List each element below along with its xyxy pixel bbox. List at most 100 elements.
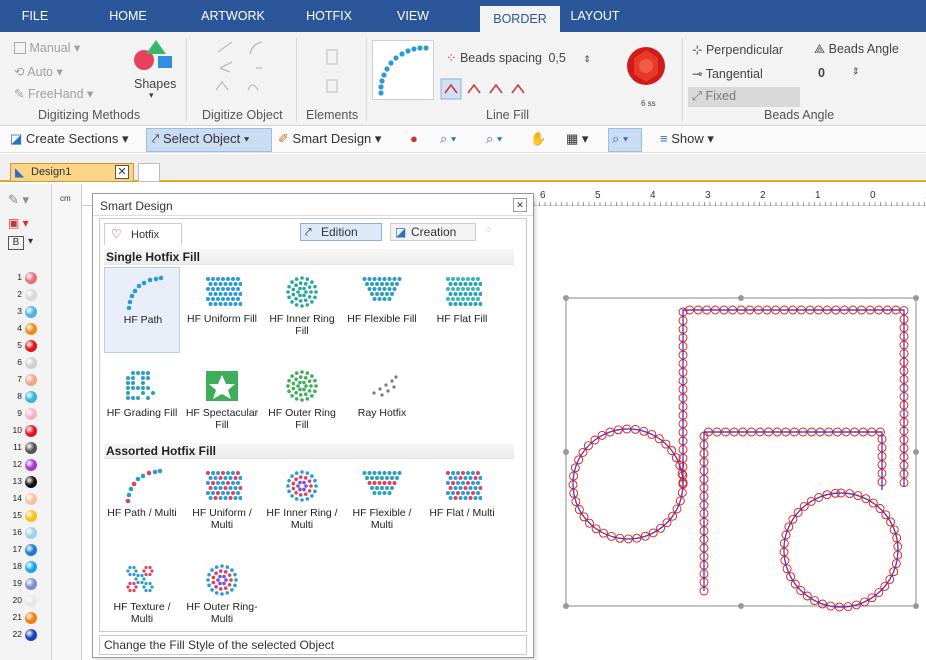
elements-icons[interactable] bbox=[324, 48, 342, 104]
swatch-row[interactable]: 2 bbox=[0, 287, 52, 303]
hotfix-fill-item[interactable]: HF Path bbox=[104, 267, 180, 353]
smart-design-button[interactable]: ✐ Smart Design ▾ bbox=[278, 131, 381, 147]
swatch-row[interactable]: 22 bbox=[0, 627, 52, 643]
zoom-tool-icon[interactable]: ● bbox=[410, 131, 418, 146]
selection-handle[interactable] bbox=[738, 295, 744, 301]
swatch-row[interactable]: 6 bbox=[0, 355, 52, 371]
hotfix-fill-item[interactable]: HF Flexible / Multi bbox=[344, 461, 420, 547]
selection-handle[interactable] bbox=[913, 603, 919, 609]
tab-home[interactable]: HOME bbox=[98, 0, 158, 32]
bead-swatch-icon[interactable] bbox=[25, 391, 37, 403]
tab-artwork[interactable]: ARTWORK bbox=[192, 0, 274, 32]
bead-swatch-icon[interactable] bbox=[25, 425, 37, 437]
bead-swatch-icon[interactable] bbox=[25, 544, 37, 556]
swatch-row[interactable]: 18 bbox=[0, 559, 52, 575]
filter-icon[interactable]: ⁘ bbox=[484, 225, 492, 236]
design-canvas[interactable] bbox=[534, 206, 926, 660]
tab-design1[interactable]: ◣ Design1 ✕ bbox=[10, 163, 134, 182]
tab-border[interactable]: BORDER bbox=[480, 6, 560, 32]
bead-path-outer-stem[interactable] bbox=[683, 310, 904, 487]
swatch-row[interactable]: 4 bbox=[0, 321, 52, 337]
hotfix-fill-item[interactable]: Ray Hotfix bbox=[344, 361, 420, 447]
selection-handle[interactable] bbox=[563, 295, 569, 301]
swatch-row[interactable]: 10 bbox=[0, 423, 52, 439]
hotfix-fill-item[interactable]: HF Texture / Multi bbox=[104, 555, 180, 641]
selection-handle[interactable] bbox=[738, 603, 744, 609]
shapes-dropdown-icon[interactable]: ▾ bbox=[149, 90, 154, 101]
hotfix-fill-item[interactable]: HF Flat / Multi bbox=[424, 461, 500, 547]
beads-spacing-value[interactable]: 0,5 bbox=[548, 51, 565, 65]
bead-swatch-icon[interactable] bbox=[25, 578, 37, 590]
bead-swatch-icon[interactable] bbox=[25, 527, 37, 539]
swatch-row[interactable]: 3 bbox=[0, 304, 52, 320]
bead-swatch-icon[interactable] bbox=[25, 374, 37, 386]
bead-swatch-icon[interactable] bbox=[25, 323, 37, 335]
bead-swatch-icon[interactable] bbox=[25, 493, 37, 505]
swatch-row[interactable]: 1 bbox=[0, 270, 52, 286]
bead-swatch-icon[interactable] bbox=[25, 595, 37, 607]
hotfix-fill-item[interactable]: HF Uniform / Multi bbox=[184, 461, 260, 547]
select-object-button[interactable]: ⤤ Select Object ▾ bbox=[152, 131, 249, 147]
view-mode-icon[interactable]: ⌕ ▾ bbox=[612, 131, 628, 147]
hotfix-fill-item[interactable]: HF Inner Ring / Multi bbox=[264, 461, 340, 547]
bold-b-icon[interactable]: B bbox=[8, 236, 24, 250]
tangential-option[interactable]: ⊸ Tangential bbox=[692, 66, 763, 81]
swatch-row[interactable]: 11 bbox=[0, 440, 52, 456]
bead-color-icon[interactable] bbox=[624, 44, 668, 90]
bead-swatch-icon[interactable] bbox=[25, 272, 37, 284]
tab-hotfix-panel[interactable]: ♡ Hotfix bbox=[104, 223, 182, 245]
perpendicular-option[interactable]: ⊹ Perpendicular bbox=[692, 42, 783, 57]
selection-box[interactable] bbox=[566, 298, 916, 606]
creation-button[interactable]: ◪ Creation bbox=[390, 223, 476, 241]
bead-swatch-icon[interactable] bbox=[25, 442, 37, 454]
swatch-row[interactable]: 12 bbox=[0, 457, 52, 473]
swatch-row[interactable]: 17 bbox=[0, 542, 52, 558]
swatch-row[interactable]: 9 bbox=[0, 406, 52, 422]
tab-view[interactable]: VIEW bbox=[388, 0, 438, 32]
bead-swatch-icon[interactable] bbox=[25, 561, 37, 573]
bead-swatch-icon[interactable] bbox=[25, 629, 37, 641]
hotfix-fill-item[interactable]: HF Grading Fill bbox=[104, 361, 180, 447]
bead-path-inner-stem[interactable] bbox=[704, 432, 882, 591]
selection-handle[interactable] bbox=[913, 449, 919, 455]
hotfix-fill-item[interactable]: HF Inner Ring Fill bbox=[264, 267, 340, 353]
bead-swatch-icon[interactable] bbox=[25, 306, 37, 318]
tab-hotfix[interactable]: HOTFIX bbox=[298, 0, 360, 32]
swatch-row[interactable]: 21 bbox=[0, 610, 52, 626]
swatch-row[interactable]: 20 bbox=[0, 593, 52, 609]
auto-option[interactable]: ⟲ Auto ▾ bbox=[14, 64, 63, 79]
manual-option[interactable]: Manual ▾ bbox=[14, 40, 80, 55]
freehand-option[interactable]: ✎ FreeHand ▾ bbox=[14, 86, 93, 101]
dialog-close-icon[interactable]: ✕ bbox=[513, 198, 527, 212]
fixed-option[interactable]: ⤢ Fixed bbox=[688, 87, 800, 107]
selection-handle[interactable] bbox=[563, 603, 569, 609]
pan-hand-icon[interactable]: ✋ bbox=[530, 131, 546, 147]
swatch-row[interactable]: 15 bbox=[0, 508, 52, 524]
hotfix-fill-item[interactable]: HF Flexible Fill bbox=[344, 267, 420, 353]
close-tab-icon[interactable]: ✕ bbox=[115, 165, 129, 179]
beads-angle-spinner-icon[interactable]: ⇕ bbox=[852, 66, 860, 77]
bead-swatch-icon[interactable] bbox=[25, 289, 37, 301]
line-style-options[interactable] bbox=[440, 78, 560, 100]
show-button[interactable]: ≡ Show ▾ bbox=[660, 131, 714, 147]
beads-angle-value[interactable]: 0 bbox=[818, 66, 825, 80]
beads-spacing-field[interactable]: ⁘ Beads spacing 0,5 ⇕ bbox=[446, 50, 591, 65]
tab-file[interactable]: FILE bbox=[12, 0, 58, 32]
swatch-row[interactable]: 8 bbox=[0, 389, 52, 405]
hotfix-fill-item[interactable]: HF Flat Fill bbox=[424, 267, 500, 353]
swatch-row[interactable]: 14 bbox=[0, 491, 52, 507]
zoom-area-icon[interactable]: ⌕ ▾ bbox=[440, 131, 456, 147]
bead-swatch-icon[interactable] bbox=[25, 340, 37, 352]
bead-swatch-icon[interactable] bbox=[25, 476, 37, 488]
hotfix-fill-item[interactable]: HF Outer Ring-Multi bbox=[184, 555, 260, 641]
bead-swatch-icon[interactable] bbox=[25, 459, 37, 471]
hotfix-fill-item[interactable]: HF Outer Ring Fill bbox=[264, 361, 340, 447]
bead-swatch-icon[interactable] bbox=[25, 357, 37, 369]
shapes-button[interactable]: Shapes bbox=[134, 77, 176, 91]
selection-handle[interactable] bbox=[913, 295, 919, 301]
spinner-icon[interactable]: ⇕ bbox=[583, 54, 591, 64]
zoom-fit-icon[interactable]: ⌕ ▾ bbox=[486, 131, 502, 147]
digitize-object-icons[interactable] bbox=[200, 40, 280, 102]
create-sections-button[interactable]: ◪ Create Sections ▾ bbox=[10, 131, 129, 147]
chevron-down-icon[interactable]: ▾ bbox=[28, 236, 33, 247]
